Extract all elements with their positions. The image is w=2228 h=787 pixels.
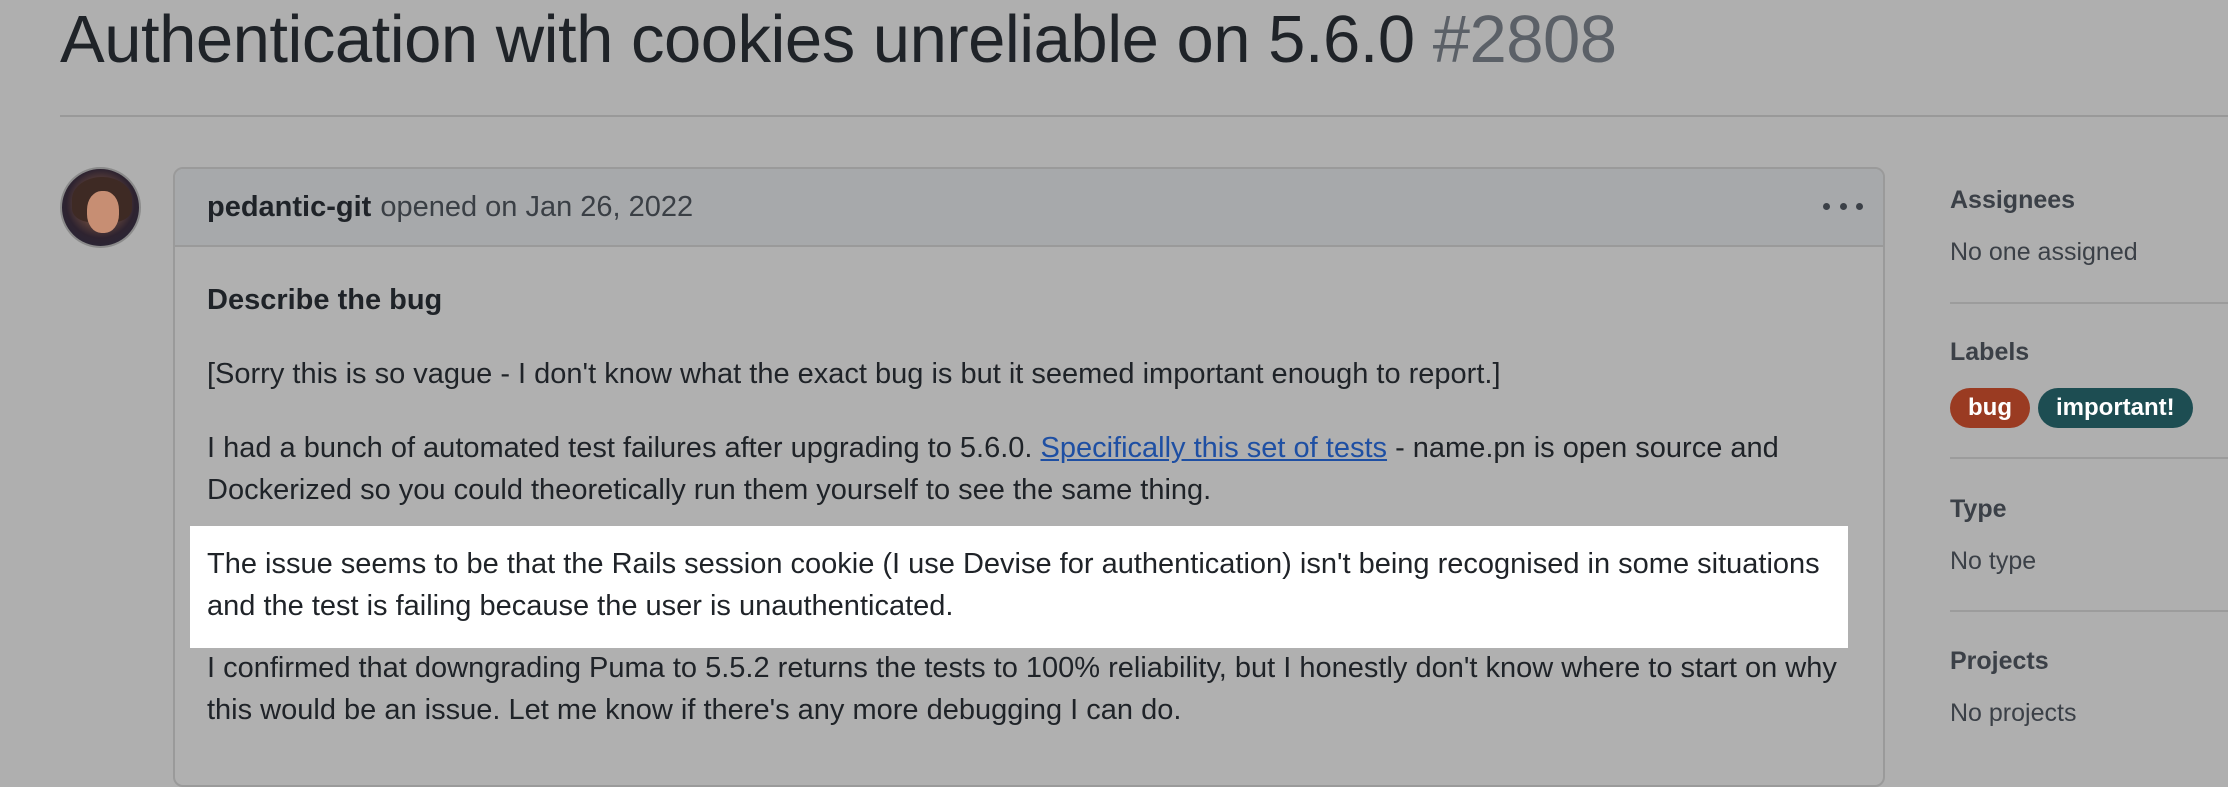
comment-author-link[interactable]: pedantic-git <box>207 191 371 224</box>
comment-header: pedantic-git opened on Jan 26, 2022 <box>175 169 1883 247</box>
type-heading[interactable]: Type <box>1950 495 2007 524</box>
comment-paragraph-4: I confirmed that downgrading Puma to 5.5… <box>207 652 1837 726</box>
assignees-heading[interactable]: Assignees <box>1950 186 2075 215</box>
issue-title-text: Authentication with cookies unreliable o… <box>60 2 1415 77</box>
projects-value: No projects <box>1950 699 2077 727</box>
assignees-value: No one assigned <box>1950 238 2138 266</box>
projects-heading[interactable]: Projects <box>1950 647 2049 676</box>
issue-number: #2808 <box>1432 2 1617 77</box>
comment-heading: Describe the bug <box>207 284 443 316</box>
sidebar-divider <box>1950 302 2228 304</box>
labels-heading[interactable]: Labels <box>1950 338 2029 367</box>
sidebar-divider <box>1950 610 2228 612</box>
issue-sidebar: Assignees No one assigned Labels bug imp… <box>1950 0 2228 760</box>
label-important[interactable]: important! <box>2038 388 2193 428</box>
author-avatar[interactable] <box>60 167 141 248</box>
comment-meta: opened on Jan 26, 2022 <box>380 190 694 223</box>
sidebar-divider <box>1950 457 2228 459</box>
label-bug[interactable]: bug <box>1950 388 2030 428</box>
comment-paragraph-3: The issue seems to be that the Rails ses… <box>207 548 1820 622</box>
tests-link[interactable]: Specifically this set of tests <box>1041 432 1388 464</box>
paragraph-2-text-start: I had a bunch of automated test failures… <box>207 432 1041 464</box>
title-divider <box>60 115 2228 117</box>
kebab-horizontal-icon[interactable] <box>1823 191 1863 221</box>
issue-comment: pedantic-git opened on Jan 26, 2022 Desc… <box>173 167 1885 787</box>
issue-title: Authentication with cookies unreliable o… <box>60 0 1617 80</box>
highlighted-paragraph: The issue seems to be that the Rails ses… <box>190 526 1848 648</box>
type-value: No type <box>1950 547 2037 575</box>
comment-paragraph-2: I had a bunch of automated test failures… <box>207 427 1867 511</box>
comment-paragraph-1: [Sorry this is so vague - I don't know w… <box>207 358 1501 390</box>
